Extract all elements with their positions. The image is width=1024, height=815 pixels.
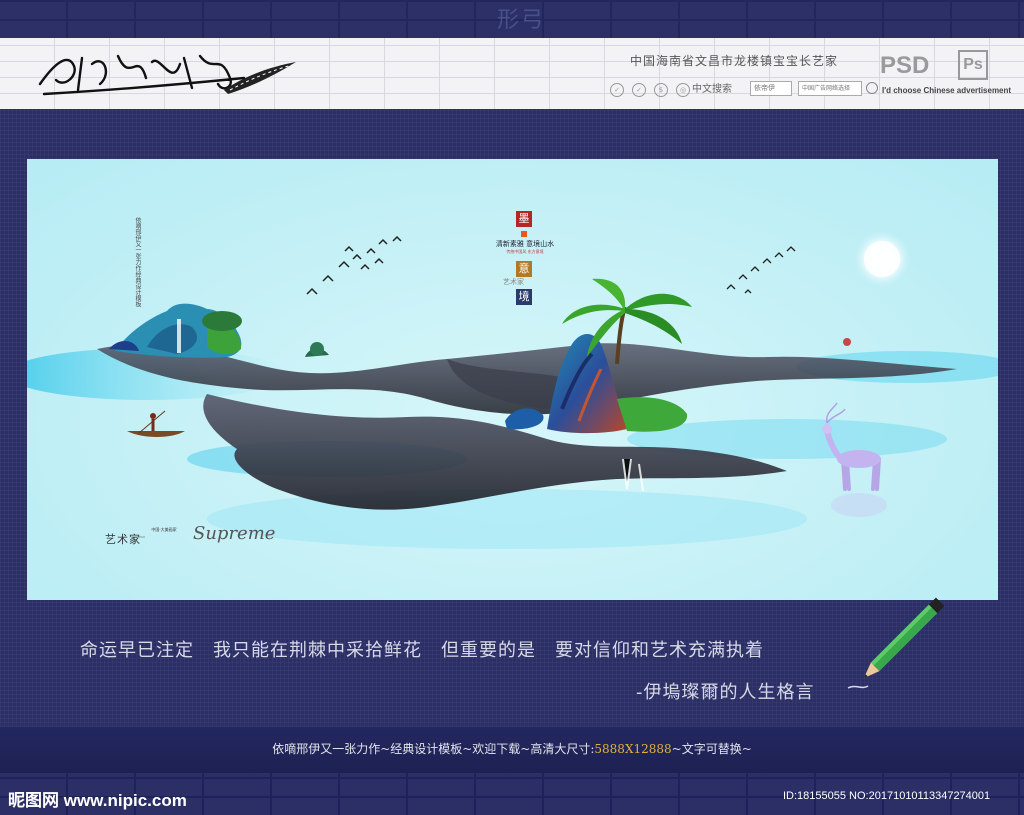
signature-logo <box>38 54 296 96</box>
seal-meaning: 意 <box>518 262 530 275</box>
tagline: I'd choose Chinese advertisement <box>882 86 1012 95</box>
search-label: 中文搜索 <box>692 84 732 95</box>
poster-page: 形弓 中国海南省文昌市龙楼镇宝宝长艺家 PSD Ps ✓ ✓ $ ◎ 中文搜索 … <box>0 0 1024 815</box>
brand-artist-text: 艺术家 <box>105 533 141 546</box>
promo-size: 5888X12888 <box>594 742 672 756</box>
birds-right <box>726 246 796 294</box>
poster-center-title: 清新素雅 意境山水 <box>495 240 555 248</box>
left-island-tree <box>202 311 242 331</box>
vertical-poem: 依嘀邢伊又一张力作经典设计模板 <box>134 217 141 307</box>
seal-column: 墨 意 境 <box>509 211 539 308</box>
psd-label: PSD <box>880 52 930 79</box>
top-brick-band: 形弓 <box>0 0 1024 38</box>
photoshop-icon: Ps <box>958 50 988 80</box>
birds-left <box>306 235 402 295</box>
site-logo[interactable]: 昵图网 www.nipic.com <box>8 786 187 811</box>
poster-center-subtitle: 传统中国风 东方意境 <box>506 249 544 254</box>
search-input-category[interactable]: 中国广告网络选择 <box>798 81 862 96</box>
globe-icon: ◎ <box>676 83 690 97</box>
seal-ink: 墨 <box>518 212 530 225</box>
landscape-poster: 依嘀邢伊又一张力作经典设计模板 墨 意 境 清新素雅 意境山水 传统中国风 东方… <box>27 159 998 600</box>
pencil-icon <box>847 597 945 689</box>
promo-text-before: 依嘀邢伊又一张力作~经典设计模板~欢迎下载~高清大尺寸: <box>272 742 595 756</box>
brand-mini-text: 中国·大美画家 <box>151 527 177 532</box>
search-input-name[interactable]: 依帝伊 <box>750 81 792 96</box>
site-slogan: 中国海南省文昌市龙楼镇宝宝长艺家 <box>630 54 839 68</box>
header-strip: 中国海南省文昌市龙楼镇宝宝长艺家 PSD Ps ✓ ✓ $ ◎ 中文搜索 依帝伊… <box>0 38 1024 109</box>
image-id-label: ID:18155055 NO:20171010113347274001 <box>783 790 991 802</box>
coin-icon: $ <box>654 83 668 97</box>
motto-author: -伊塢璨爾的人生格言 <box>636 682 815 703</box>
motto-text: 命运早已注定 我只能在荆棘中采拾鲜花 但重要的是 要对信仰和艺术充满执着 <box>80 640 764 661</box>
check-icon: ✓ <box>632 83 646 97</box>
check-icon: ✓ <box>610 83 624 97</box>
header-icon-row: ✓ ✓ $ ◎ <box>610 82 690 98</box>
boat-fisherman <box>127 410 185 437</box>
poster-center-art-label: 艺术家 <box>503 278 524 286</box>
promo-text: 依嘀邢伊又一张力作~经典设计模板~欢迎下载~高清大尺寸:5888X12888~文… <box>0 740 1024 757</box>
seal-realm: 境 <box>518 290 530 303</box>
header-right-group: 中国海南省文昌市龙楼镇宝宝长艺家 PSD Ps ✓ ✓ $ ◎ 中文搜索 依帝伊… <box>600 44 1020 106</box>
top-watermark-logo: 形弓 <box>497 8 546 33</box>
brand-script-text: Supreme <box>193 523 276 544</box>
search-icon[interactable] <box>866 82 878 94</box>
promo-text-after: ~文字可替换~ <box>671 742 752 756</box>
